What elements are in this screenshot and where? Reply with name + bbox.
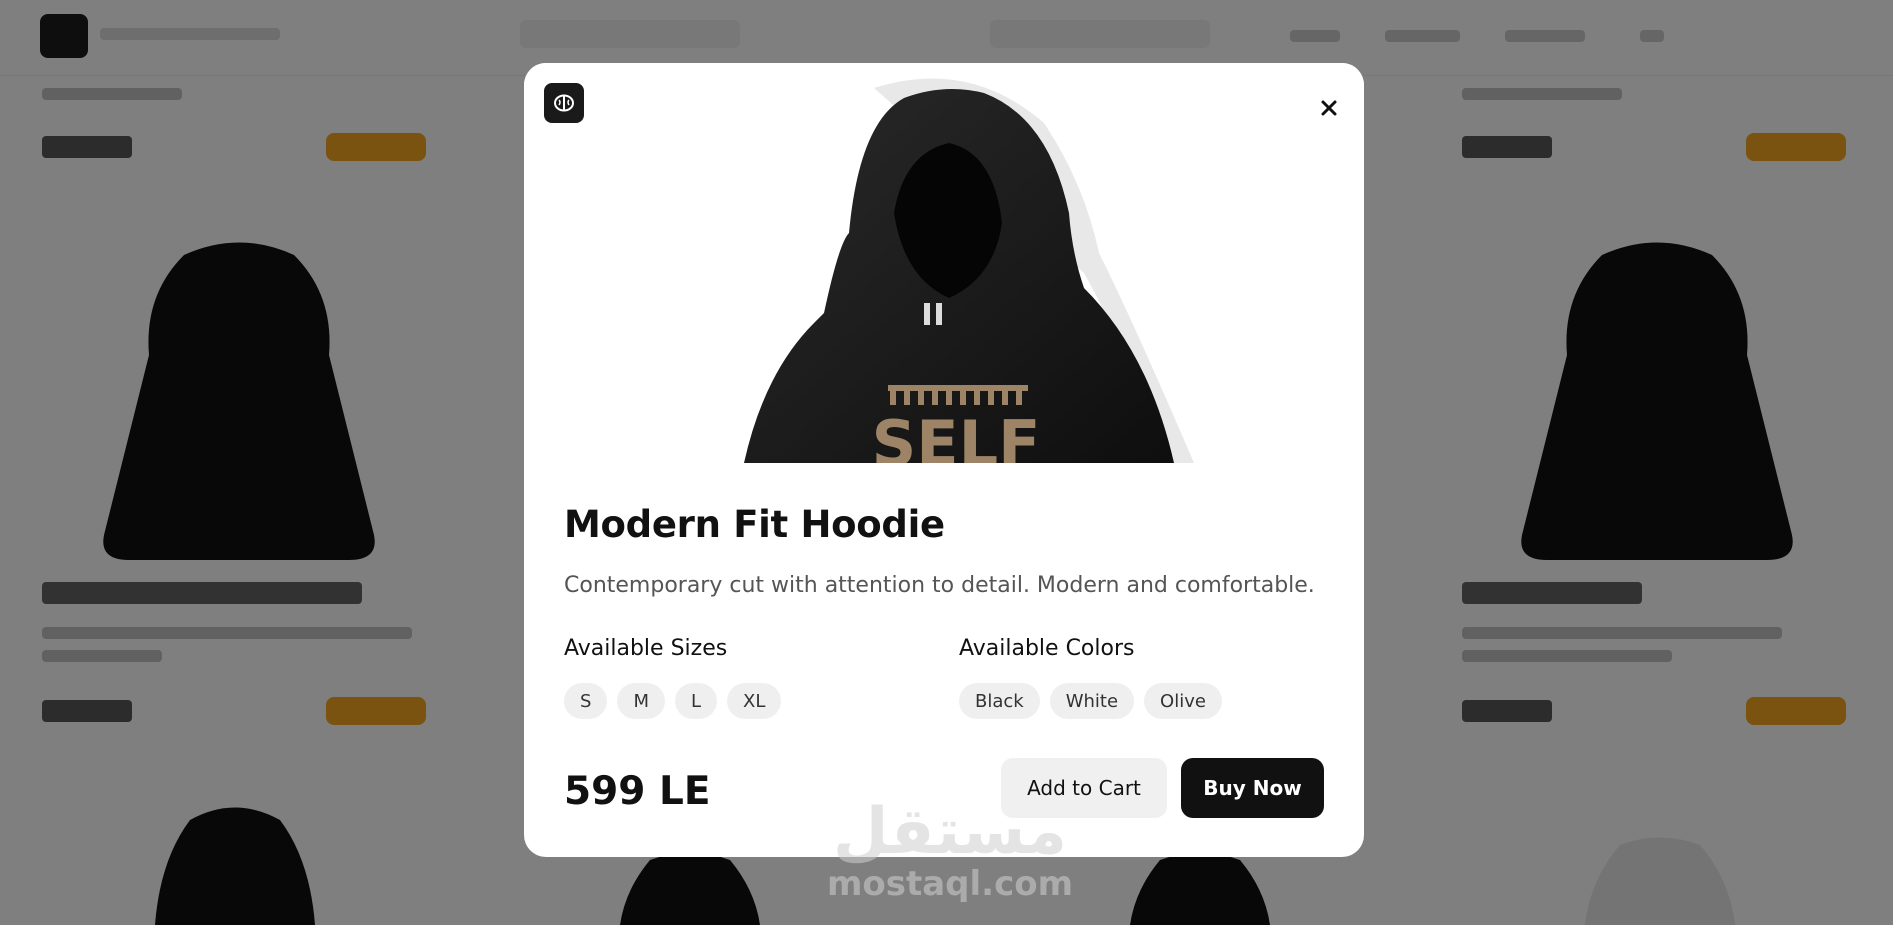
- close-button[interactable]: [1314, 93, 1344, 123]
- buy-now-button[interactable]: Buy Now: [1181, 758, 1324, 818]
- hoodie-illustration: SELF: [744, 78, 1194, 480]
- size-options: S M L XL: [564, 683, 782, 719]
- size-chip-s[interactable]: S: [564, 683, 608, 719]
- color-chip-black[interactable]: Black: [959, 683, 1040, 719]
- colors-label: Available Colors: [959, 636, 1135, 661]
- hoodie-print-text: SELF: [872, 407, 1041, 463]
- product-title: Modern Fit Hoodie: [564, 503, 945, 546]
- brain-icon: [554, 94, 574, 112]
- color-chip-olive[interactable]: Olive: [1144, 683, 1222, 719]
- size-chip-m[interactable]: M: [617, 683, 665, 719]
- brand-badge: [544, 83, 584, 123]
- close-icon: [1321, 100, 1337, 116]
- sizes-label: Available Sizes: [564, 636, 728, 661]
- add-to-cart-button[interactable]: Add to Cart: [1001, 758, 1167, 818]
- product-modal: SELF Modern Fit Hoodie Contemporary cut …: [524, 63, 1364, 857]
- product-image: SELF: [524, 63, 1364, 480]
- size-chip-l[interactable]: L: [674, 683, 717, 719]
- product-price: 599 LE: [564, 769, 711, 814]
- product-description: Contemporary cut with attention to detai…: [564, 573, 1315, 598]
- color-chip-white[interactable]: White: [1049, 683, 1135, 719]
- size-chip-xl[interactable]: XL: [727, 683, 782, 719]
- color-options: Black White Olive: [959, 683, 1222, 719]
